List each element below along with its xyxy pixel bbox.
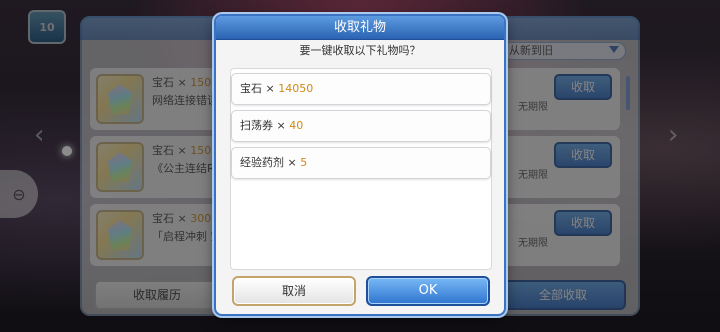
- dialog-prompt: 要一键收取以下礼物吗？: [299, 44, 421, 57]
- gift-quantity: 5: [300, 156, 308, 169]
- list-item: 经验药剂 × 5: [231, 147, 491, 179]
- list-item: 宝石 × 14050: [231, 73, 491, 105]
- gift-name: 经验药剂: [240, 156, 284, 169]
- gift-times: ×: [287, 156, 297, 169]
- ok-button[interactable]: OK: [366, 276, 490, 306]
- cancel-button[interactable]: 取消: [232, 276, 356, 306]
- gift-quantity: 14050: [278, 82, 314, 95]
- gift-quantity: 40: [289, 119, 304, 132]
- list-item: 扫荡券 × 40: [231, 110, 491, 142]
- gift-times: ×: [265, 82, 275, 95]
- dialog-title: 收取礼物: [216, 16, 504, 40]
- gift-name: 宝石: [240, 82, 262, 95]
- collect-gifts-dialog: 收取礼物 要一键收取以下礼物吗？ 宝石 × 14050 扫荡券 × 40 经验药…: [214, 14, 506, 316]
- gift-times: ×: [276, 119, 286, 132]
- gift-name: 扫荡券: [240, 119, 273, 132]
- dialog-footer: 取消 OK: [216, 270, 504, 314]
- gift-summary-list[interactable]: 宝石 × 14050 扫荡券 × 40 经验药剂 × 5: [230, 68, 492, 270]
